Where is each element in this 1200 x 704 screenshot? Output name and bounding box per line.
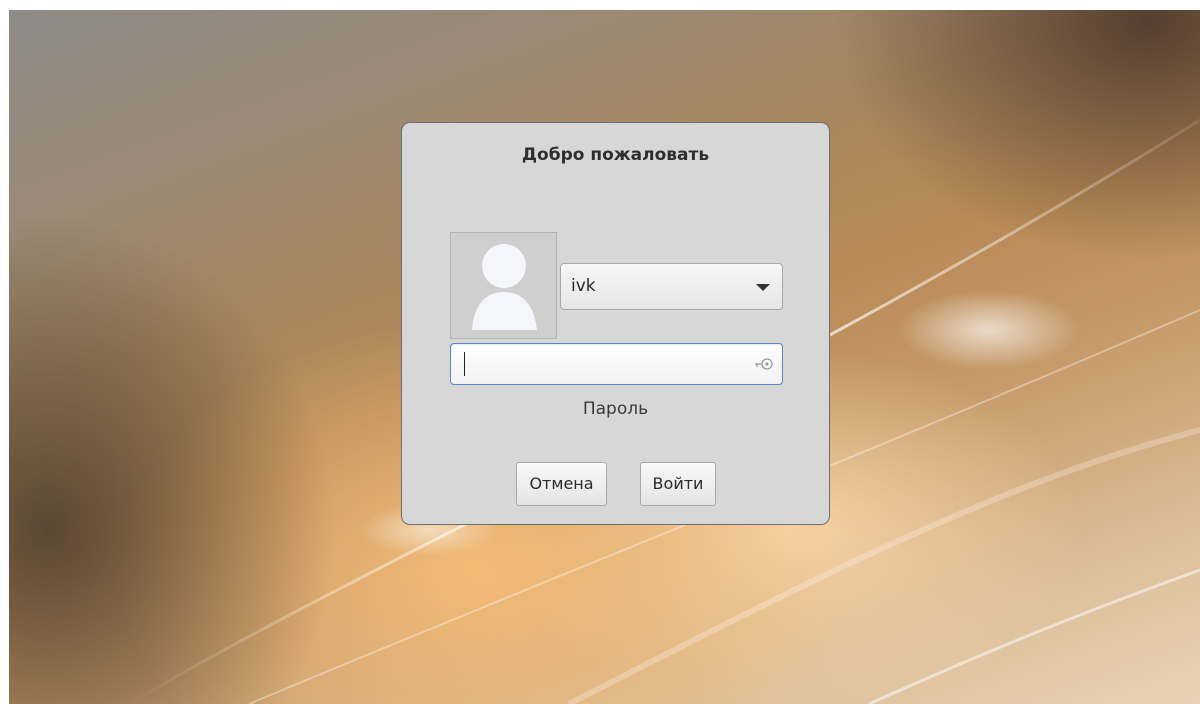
user-avatar-icon: [472, 244, 537, 330]
key-icon: [755, 358, 773, 370]
password-label: Пароль: [582, 399, 649, 419]
cancel-button[interactable]: Отмена: [516, 462, 607, 506]
user-select-value: ivk: [571, 276, 596, 296]
dialog-title: Добро пожаловать: [521, 145, 710, 165]
text-caret: [464, 352, 465, 376]
user-select[interactable]: ivk: [560, 263, 783, 310]
login-dialog: Добро пожаловать ivk Пароль Отмена Войти: [401, 122, 830, 525]
user-avatar: [450, 232, 557, 339]
chevron-down-icon: [756, 284, 770, 291]
login-button[interactable]: Войти: [640, 462, 716, 506]
password-input[interactable]: [450, 343, 783, 385]
